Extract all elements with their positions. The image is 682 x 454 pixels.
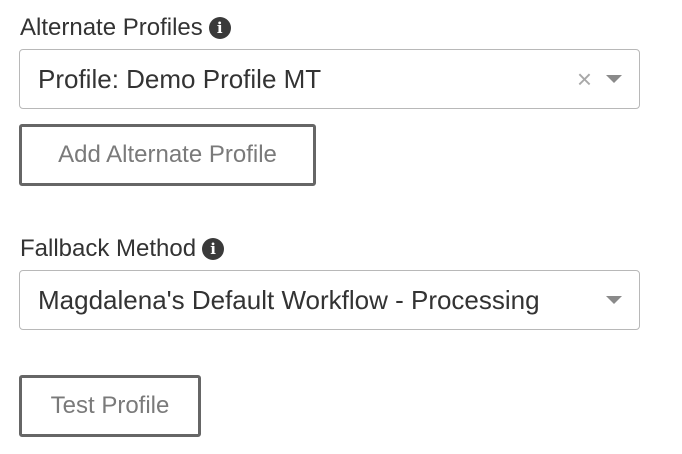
fallback-method-label-text: Fallback Method	[20, 235, 197, 262]
fallback-method-select[interactable]: Magdalena's Default Workflow - Processin…	[19, 270, 640, 330]
info-icon[interactable]: i	[202, 238, 225, 260]
info-icon[interactable]: i	[208, 17, 231, 39]
chevron-down-icon[interactable]	[606, 296, 622, 304]
add-alternate-profile-button[interactable]: Add Alternate Profile	[19, 124, 316, 186]
chevron-down-icon[interactable]	[606, 75, 622, 83]
alternate-profiles-label-text: Alternate Profiles	[20, 14, 203, 41]
test-profile-button[interactable]: Test Profile	[19, 375, 201, 437]
alternate-profile-select[interactable]: Profile: Demo Profile MT ×	[19, 49, 640, 109]
fallback-method-selected-value: Magdalena's Default Workflow - Processin…	[38, 284, 540, 315]
alternate-profiles-label: Alternate Profiles i	[20, 16, 231, 40]
fallback-method-label: Fallback Method i	[20, 235, 225, 262]
clear-icon[interactable]: ×	[577, 66, 592, 92]
alternate-profile-selected-value: Profile: Demo Profile MT	[38, 63, 322, 94]
